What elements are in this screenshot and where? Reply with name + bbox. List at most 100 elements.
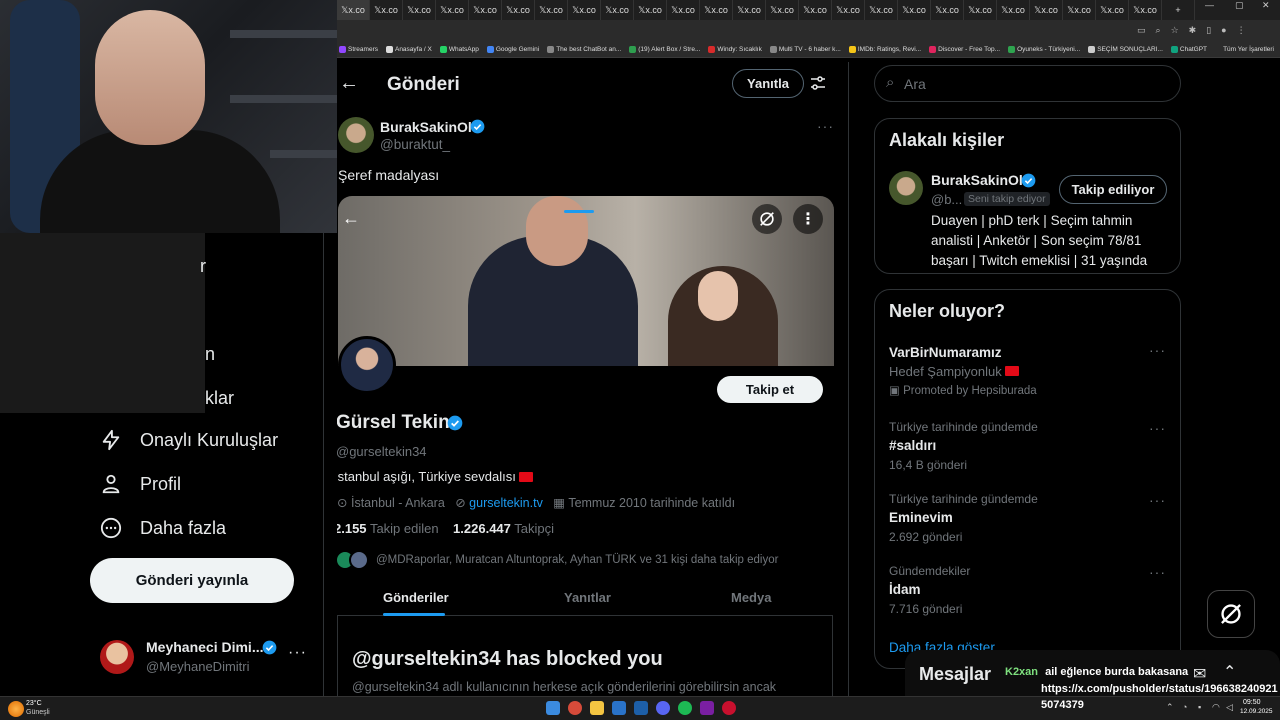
profile-avatar[interactable]	[338, 336, 396, 394]
browser-tab[interactable]: 𝕏 x.co	[733, 0, 766, 20]
app-icon[interactable]	[722, 701, 736, 715]
browser-tab[interactable]: 𝕏 x.co	[964, 0, 997, 20]
bookmark-item[interactable]: Streamers	[339, 46, 378, 53]
browser-tab[interactable]: 𝕏 x.co	[1129, 0, 1162, 20]
followed-by-text[interactable]: @MDRaporlar, Muratcan Altuntoprak, Ayhan…	[376, 554, 778, 566]
browser-tab[interactable]: 𝕏 x.co	[535, 0, 568, 20]
bookmark-item[interactable]: The best ChatBot an...	[547, 46, 621, 53]
tab-replies[interactable]: Yanıtlar	[564, 590, 611, 605]
network-icon[interactable]: ◔	[1182, 702, 1187, 712]
bookmark-item[interactable]: Multi TV - 6 haber k...	[769, 46, 841, 53]
browser-tab[interactable]: 𝕏 x.co	[568, 0, 601, 20]
browser-tab[interactable]: 𝕏 x.co	[997, 0, 1030, 20]
profile-banner[interactable]: ← ⋮	[338, 196, 834, 366]
zoom-icon[interactable]: ⌕	[1156, 25, 1161, 36]
trend-more-icon[interactable]: ···	[1149, 342, 1166, 358]
browser-address-bar[interactable]: ▭ ⌕ ☆ ✱ ▯ ● ⋮	[337, 20, 1280, 42]
cast-icon[interactable]: ▭	[1137, 25, 1146, 36]
menu-icon[interactable]: ⋮	[1237, 25, 1246, 36]
back-arrow-icon[interactable]: ←	[339, 72, 359, 95]
followers-label[interactable]: Takipçi	[514, 521, 554, 536]
account-switcher[interactable]: Meyhaneci Dimi... @MeyhaneDimitri ···	[100, 636, 310, 680]
trend-more-icon[interactable]: ···	[1149, 492, 1166, 508]
bookmark-item[interactable]: (19) Alert Box / Stre...	[629, 46, 700, 53]
browser-tab[interactable]: 𝕏 x.co	[1096, 0, 1129, 20]
all-bookmarks[interactable]: Tüm Yer İşaretleri	[1223, 46, 1280, 53]
clock-date[interactable]: 12.09.2025	[1240, 708, 1273, 715]
discord-icon[interactable]	[656, 701, 670, 715]
browser-tab[interactable]: 𝕏 x.co	[700, 0, 733, 20]
author-name[interactable]: BurakSakinOl	[380, 119, 472, 135]
bookmark-item[interactable]: Google Gemini	[486, 46, 539, 53]
author-avatar[interactable]	[338, 117, 374, 153]
grok-icon[interactable]	[752, 204, 782, 234]
following-button[interactable]: Takip ediliyor	[1059, 175, 1167, 204]
browser-tab[interactable]: 𝕏 x.co	[1030, 0, 1063, 20]
tray-chevron-icon[interactable]: ⌃	[1166, 702, 1174, 713]
close-icon[interactable]: ✕	[1262, 0, 1270, 11]
maximize-icon[interactable]: ▢	[1235, 0, 1244, 11]
following-label[interactable]: Takip edilen	[370, 521, 439, 536]
new-tab-icon[interactable]: +	[1162, 0, 1195, 20]
nav-more[interactable]: Daha fazla	[100, 517, 226, 539]
minimize-icon[interactable]: —	[1205, 0, 1214, 10]
grok-button[interactable]	[1207, 590, 1255, 638]
browser-tab[interactable]: 𝕏 x.co	[370, 0, 403, 20]
bookmark-item[interactable]: Windy: Sıcaklık	[708, 46, 762, 53]
trend-item[interactable]: Türkiye tarihinde gündemde #saldırı 16,4…	[889, 420, 1169, 472]
nav-profile[interactable]: Profil	[100, 473, 181, 495]
app-icon[interactable]	[612, 701, 626, 715]
new-message-icon[interactable]: ✉	[1193, 664, 1206, 684]
reply-button[interactable]: Yanıtla	[732, 69, 804, 98]
nav-verified-orgs[interactable]: Onaylı Kuruluşlar	[100, 429, 278, 451]
browser-tab[interactable]: 𝕏 x.co	[601, 0, 634, 20]
followers-count[interactable]: 1.226.447	[453, 521, 511, 536]
clock-time[interactable]: 09:50	[1243, 699, 1261, 706]
tray-icon[interactable]: ▪	[1198, 702, 1201, 712]
bookmark-item[interactable]: IMDb: Ratings, Revi...	[848, 46, 921, 53]
bookmark-item[interactable]: WhatsApp	[439, 46, 479, 53]
spotify-icon[interactable]	[678, 701, 692, 715]
trend-item[interactable]: Gündemdekiler İdam 7.716 gönderi	[889, 564, 1169, 616]
browser-tab[interactable]: 𝕏 x.co	[337, 0, 370, 20]
volume-icon[interactable]: ◁	[1226, 702, 1233, 713]
trend-more-icon[interactable]: ···	[1149, 420, 1166, 436]
banner-more-icon[interactable]: ⋮	[793, 204, 823, 234]
browser-tab[interactable]: 𝕏 x.co	[766, 0, 799, 20]
following-count[interactable]: 2.155	[337, 521, 367, 536]
related-avatar[interactable]	[889, 171, 923, 205]
more-icon[interactable]: ···	[288, 644, 307, 662]
bookmark-item[interactable]: Oyuneks - Türkiyeni...	[1008, 46, 1080, 53]
banner-back-icon[interactable]: ←	[342, 208, 360, 229]
steam-icon[interactable]	[634, 701, 648, 715]
folder-icon[interactable]	[590, 701, 604, 715]
post-more-icon[interactable]: ···	[817, 118, 834, 134]
star-icon[interactable]: ☆	[1171, 25, 1179, 36]
profile-website[interactable]: gurseltekin.tv	[469, 496, 543, 510]
browser-tab[interactable]: 𝕏 x.co	[667, 0, 700, 20]
browser-tab[interactable]: 𝕏 x.co	[1063, 0, 1096, 20]
weather-icon[interactable]	[8, 701, 24, 717]
browser-tab[interactable]: 𝕏 x.co	[865, 0, 898, 20]
windows-start-icon[interactable]	[546, 701, 560, 715]
trend-more-icon[interactable]: ···	[1149, 564, 1166, 580]
bookmark-item[interactable]: SEÇİM SONUÇLARI...	[1088, 46, 1163, 53]
browser-tab[interactable]: 𝕏 x.co	[832, 0, 865, 20]
post-button[interactable]: Gönderi yayınla	[90, 558, 294, 603]
sliders-icon[interactable]	[810, 75, 826, 91]
browser-tab[interactable]: 𝕏 x.co	[403, 0, 436, 20]
bookmark-item[interactable]: Anasayfa / X	[385, 46, 432, 53]
search-box[interactable]: ⌕ Ara	[874, 65, 1181, 102]
browser-tab[interactable]: 𝕏 x.co	[931, 0, 964, 20]
search-input[interactable]: Ara	[904, 76, 926, 92]
related-name[interactable]: BurakSakinOl	[931, 172, 1023, 188]
tab-posts[interactable]: Gönderiler	[383, 590, 449, 605]
browser-tab[interactable]: 𝕏 x.co	[898, 0, 931, 20]
bookmark-item[interactable]: Discover - Free Top...	[929, 46, 1000, 53]
extensions-icon[interactable]: ✱	[1189, 25, 1197, 36]
bookmark-item[interactable]: ChatGPT	[1170, 46, 1207, 53]
browser-tab[interactable]: 𝕏 x.co	[469, 0, 502, 20]
follow-button[interactable]: Takip et	[717, 376, 823, 403]
sidebar-icon[interactable]: ▯	[1206, 25, 1211, 36]
app-icon[interactable]	[700, 701, 714, 715]
